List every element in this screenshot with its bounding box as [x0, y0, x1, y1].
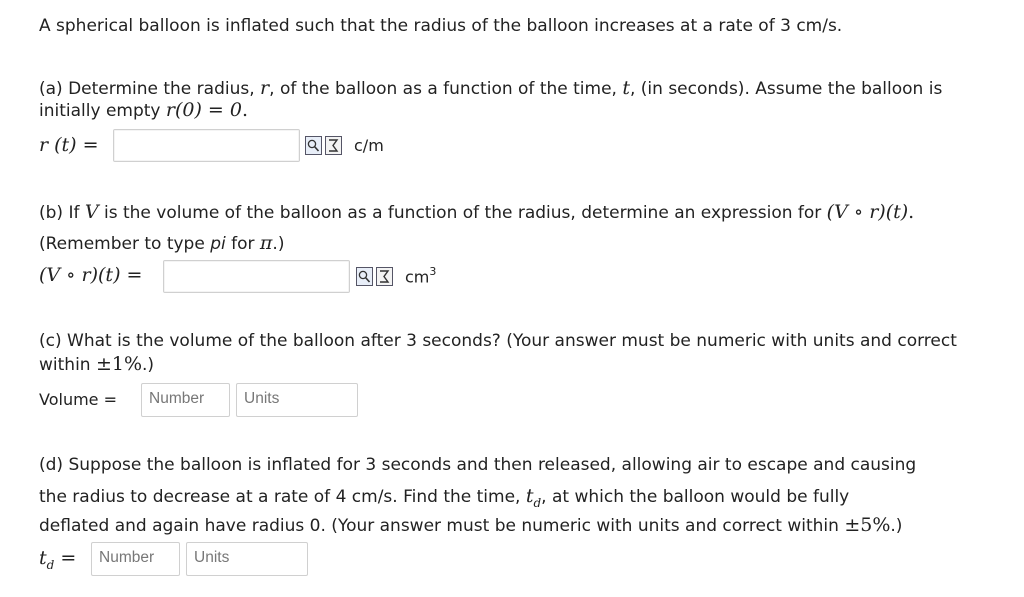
equation-editor-icon[interactable]: [376, 267, 393, 286]
part-c-number-input[interactable]: Number: [141, 383, 230, 417]
preview-icon[interactable]: [305, 136, 322, 155]
part-a-unit: c/m: [354, 136, 384, 155]
pi-symbol: π: [259, 232, 273, 254]
pi-word: pi: [210, 234, 226, 254]
part-a-answer-label: r (t) =: [39, 134, 99, 156]
tolerance: ±1%: [95, 353, 143, 375]
var-r: r: [260, 77, 270, 99]
preview-icon[interactable]: [356, 267, 373, 286]
part-c-answer-label: Volume =: [39, 390, 117, 409]
part-b-line-1: (b) If V is the volume of the balloon as…: [39, 201, 915, 223]
var-V: V: [84, 201, 99, 223]
var-t: t: [622, 77, 630, 99]
part-b-unit: cm3: [405, 265, 437, 287]
part-b-answer-label: (V ∘ r)(t) =: [39, 264, 143, 286]
part-c-line-2: within ±1%.): [39, 353, 155, 375]
part-a-answer-input[interactable]: [113, 129, 300, 162]
part-d-answer-label: td =: [39, 547, 77, 572]
part-d-units-input[interactable]: Units: [186, 542, 308, 576]
part-a-line-1: (a) Determine the radius, r, of the ball…: [39, 77, 943, 99]
tolerance: ±5%: [844, 514, 891, 536]
part-d-line-1: (d) Suppose the balloon is inflated for …: [39, 455, 917, 475]
part-c-line-1: (c) What is the volume of the balloon af…: [39, 331, 957, 351]
problem-intro: A spherical balloon is inflated such tha…: [39, 16, 843, 36]
part-d-line-2: the radius to decrease at a rate of 4 cm…: [39, 485, 850, 510]
part-b-answer-input[interactable]: [163, 260, 350, 293]
part-d-number-input[interactable]: Number: [91, 542, 180, 576]
part-b-line-2: (Remember to type pi for π.): [39, 232, 285, 254]
var-td: td: [525, 485, 542, 510]
part-a-line-2: initially empty r(0) = 0.: [39, 99, 249, 121]
part-c-units-input[interactable]: Units: [236, 383, 358, 417]
initial-condition: r(0) = 0: [165, 99, 242, 121]
composition-expr: (V ∘ r)(t): [826, 201, 909, 223]
part-d-line-3: deflated and again have radius 0. (Your …: [39, 514, 903, 536]
equation-editor-icon[interactable]: [325, 136, 342, 155]
